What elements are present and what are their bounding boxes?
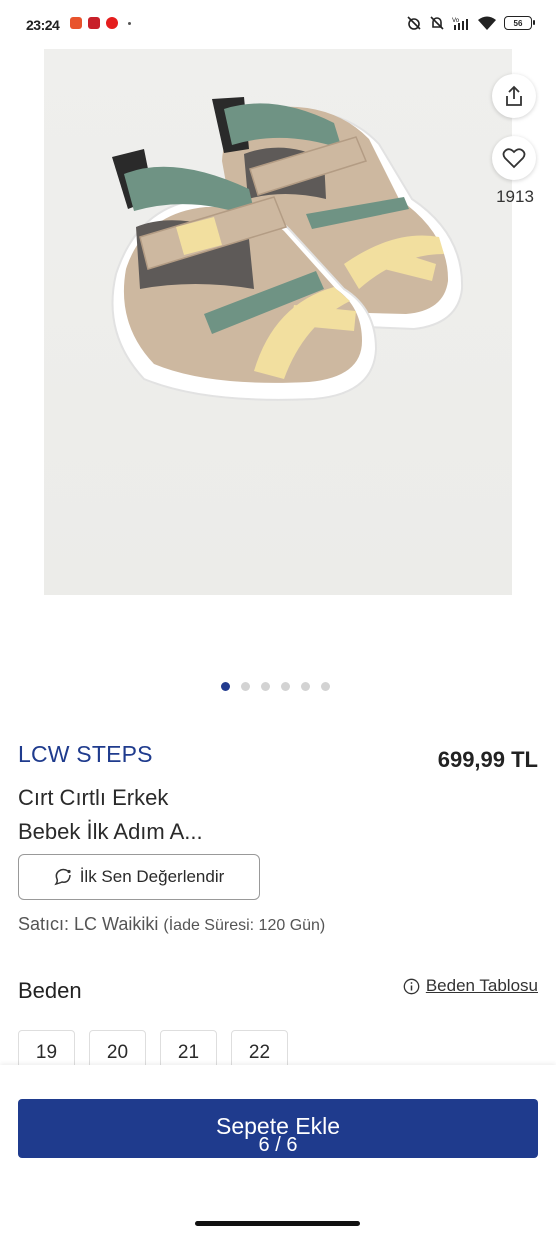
size-table-label: Beden Tablosu — [425, 976, 538, 995]
system-icons: Vo 56 — [406, 15, 535, 31]
carousel-dot[interactable] — [261, 682, 270, 691]
battery-level: 56 — [513, 18, 523, 28]
review-button-label: İlk Sen Değerlendir — [79, 867, 225, 886]
svg-text:Vo: Vo — [452, 17, 460, 24]
return-period: (İade Süresi: 120 Gün) — [163, 917, 326, 934]
carousel-dot[interactable] — [241, 682, 250, 691]
review-button[interactable]: İlk Sen Değerlendir — [18, 854, 260, 900]
size-table-link[interactable]: Beden Tablosu — [403, 976, 538, 996]
carousel-dot[interactable] — [301, 682, 310, 691]
carousel-dot[interactable] — [281, 682, 290, 691]
product-name: Cırt Cırtlı Erkek Bebek İlk Adım A... — [18, 781, 318, 849]
carousel-dot-active[interactable] — [221, 682, 230, 691]
comment-icon — [54, 868, 71, 886]
product-image[interactable] — [44, 49, 512, 595]
alarm-off-icon — [407, 16, 421, 30]
product-name-line: Cırt Cırtlı Erkek — [18, 785, 169, 810]
heart-icon — [502, 148, 526, 169]
app-notification-icon — [70, 17, 82, 29]
wifi-icon — [478, 16, 496, 30]
more-notifications-icon — [128, 21, 131, 25]
share-button[interactable] — [492, 74, 536, 118]
seller-label[interactable]: Satıcı: LC Waikiki — [18, 914, 158, 934]
volte-signal-icon: Vo — [452, 17, 468, 30]
app-notification-icon — [88, 17, 100, 29]
sandals-illustration — [111, 97, 464, 401]
share-icon — [506, 85, 522, 106]
carousel-indicator — [221, 682, 330, 691]
product-price: 699,99 TL — [437, 747, 538, 772]
carousel-dot[interactable] — [321, 682, 330, 691]
youtube-icon — [106, 17, 118, 29]
image-counter: 6 / 6 — [258, 1134, 298, 1156]
battery-icon: 56 — [504, 16, 535, 30]
product-name-line: Bebek İlk Adım A... — [18, 819, 203, 844]
size-section-title: Beden — [18, 978, 82, 1003]
silent-icon — [430, 16, 444, 30]
status-bar: 23:24 Vo 56 — [0, 0, 556, 50]
home-indicator[interactable] — [195, 1221, 360, 1226]
seller-info: Satıcı: LC Waikiki (İade Süresi: 120 Gün… — [18, 914, 325, 935]
brand-name[interactable]: LCW STEPS — [18, 741, 153, 768]
status-time: 23:24 — [26, 17, 60, 33]
notification-icons — [70, 17, 131, 29]
info-icon — [403, 978, 420, 994]
favorites-count: 1913 — [496, 187, 534, 206]
add-to-cart-button[interactable]: Sepete Ekle 6 / 6 — [18, 1099, 538, 1158]
favorite-button[interactable] — [492, 136, 536, 180]
